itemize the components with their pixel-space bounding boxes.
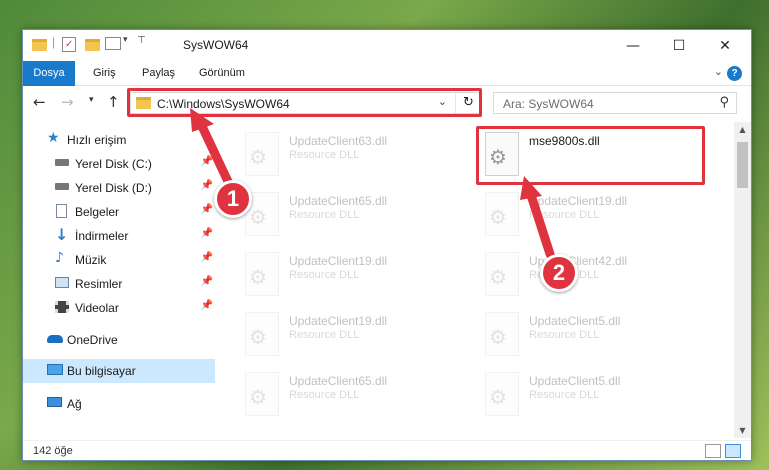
list-item[interactable]: ⚙ UpdateClient42.dll Resource DLL bbox=[485, 250, 707, 302]
tab-share[interactable]: Paylaş bbox=[132, 61, 185, 86]
search-icon[interactable]: ⚲ bbox=[719, 95, 729, 110]
list-item[interactable]: ⚙ UpdateClient65.dll Resource DLL bbox=[245, 370, 467, 422]
sidebar-item-network[interactable]: Ağ bbox=[23, 392, 215, 416]
dll-file-icon: ⚙ bbox=[485, 252, 519, 296]
dll-file-icon: ⚙ bbox=[245, 252, 279, 296]
scroll-up-icon[interactable]: ▲ bbox=[734, 125, 751, 134]
search-input[interactable]: Ara: SysWOW64 ⚲ bbox=[493, 92, 737, 114]
step-1-badge: 1 bbox=[214, 180, 252, 218]
sidebar-item-this-pc[interactable]: Bu bilgisayar bbox=[23, 359, 215, 383]
file-highlight-box bbox=[476, 126, 705, 185]
cloud-icon bbox=[47, 335, 63, 343]
pin-icon[interactable]: 📌 bbox=[201, 276, 213, 287]
sidebar-item-local-disk-d[interactable]: Yerel Disk (D:) 📌 bbox=[23, 176, 215, 200]
separator: | bbox=[52, 35, 56, 49]
music-icon: ♪ bbox=[55, 250, 64, 266]
properties-icon[interactable]: ✓ bbox=[62, 37, 76, 52]
sidebar-item-downloads[interactable]: ↓ İndirmeler 📌 bbox=[23, 224, 215, 248]
recent-locations-icon[interactable]: ▾ bbox=[89, 95, 94, 105]
maximize-button[interactable]: ☐ bbox=[657, 34, 701, 58]
forward-arrow-icon[interactable]: → bbox=[61, 93, 74, 111]
sidebar-item-onedrive[interactable]: OneDrive bbox=[23, 328, 215, 352]
document-icon bbox=[56, 204, 67, 218]
search-placeholder: Ara: SysWOW64 bbox=[503, 97, 594, 111]
dll-file-icon: ⚙ bbox=[245, 312, 279, 356]
pin-icon[interactable]: 📌 bbox=[201, 180, 213, 191]
pictures-icon bbox=[55, 277, 69, 288]
item-count: 142 öğe bbox=[33, 445, 73, 457]
customize-toolbar-icon[interactable] bbox=[105, 37, 121, 50]
navigation-pane: ★ Hızlı erişim Yerel Disk (C:) 📌 Yerel D… bbox=[23, 126, 215, 436]
dll-file-icon: ⚙ bbox=[245, 372, 279, 416]
network-icon bbox=[47, 397, 62, 407]
pin-icon[interactable]: 📌 bbox=[201, 228, 213, 239]
tab-file[interactable]: Dosya bbox=[23, 61, 75, 86]
new-folder-icon[interactable] bbox=[85, 39, 100, 51]
back-arrow-icon[interactable]: ← bbox=[33, 93, 46, 111]
download-icon: ↓ bbox=[55, 225, 69, 244]
list-item[interactable]: ⚙ UpdateClient63.dll Resource DLL bbox=[245, 130, 467, 182]
list-item[interactable]: ⚙ UpdateClient19.dll Resource DLL bbox=[245, 250, 467, 302]
title-bar: | ✓ ▾ ⊤ SysWOW64 — ☐ ✕ bbox=[23, 30, 751, 61]
pin-icon[interactable]: 📌 bbox=[201, 156, 213, 167]
dll-file-icon: ⚙ bbox=[485, 372, 519, 416]
list-item[interactable]: ⚙ UpdateClient5.dll Resource DLL bbox=[485, 310, 707, 362]
dll-file-icon: ⚙ bbox=[485, 312, 519, 356]
help-button[interactable]: ? bbox=[727, 66, 742, 81]
computer-icon bbox=[47, 364, 63, 375]
large-icons-view-icon[interactable] bbox=[725, 444, 741, 458]
details-view-icon[interactable] bbox=[705, 444, 721, 458]
dll-file-icon: ⚙ bbox=[485, 192, 519, 236]
chevron-down-icon[interactable]: ▾ bbox=[123, 35, 128, 51]
drive-icon bbox=[55, 159, 69, 166]
up-arrow-icon[interactable]: ↑ bbox=[107, 93, 120, 111]
list-item[interactable]: ⚙ UpdateClient5.dll Resource DLL bbox=[485, 370, 707, 422]
list-item[interactable]: ⚙ UpdateClient19.dll Resource DLL bbox=[245, 310, 467, 362]
sidebar-item-documents[interactable]: Belgeler 📌 bbox=[23, 200, 215, 224]
status-bar: 142 öğe bbox=[23, 440, 751, 461]
address-highlight-box bbox=[127, 88, 482, 117]
ribbon-tabs: Dosya Giriş Paylaş Görünüm ⌄ ? bbox=[23, 61, 751, 86]
scroll-down-icon[interactable]: ▼ bbox=[734, 426, 751, 435]
close-button[interactable]: ✕ bbox=[703, 34, 747, 58]
sidebar-item-videos[interactable]: Videolar 📌 bbox=[23, 296, 215, 320]
step-2-badge: 2 bbox=[540, 254, 578, 292]
dll-file-icon: ⚙ bbox=[245, 132, 279, 176]
drive-icon bbox=[55, 183, 69, 190]
pin-icon[interactable]: 📌 bbox=[201, 204, 213, 215]
folder-icon bbox=[32, 39, 47, 51]
scroll-thumb[interactable] bbox=[737, 142, 748, 188]
sidebar-item-music[interactable]: ♪ Müzik 📌 bbox=[23, 248, 215, 272]
window-title: SysWOW64 bbox=[183, 38, 249, 52]
star-icon: ★ bbox=[47, 130, 60, 146]
sidebar-item-quick-access[interactable]: ★ Hızlı erişim bbox=[23, 128, 215, 152]
video-icon bbox=[55, 301, 69, 313]
pin-icon[interactable]: 📌 bbox=[201, 252, 213, 263]
list-item[interactable]: ⚙ UpdateClient65.dll Resource DLL bbox=[245, 190, 467, 242]
tab-home[interactable]: Giriş bbox=[83, 61, 126, 86]
pin-icon[interactable]: 📌 bbox=[201, 300, 213, 311]
tab-view[interactable]: Görünüm bbox=[189, 61, 255, 86]
minimize-button[interactable]: — bbox=[611, 34, 655, 58]
vertical-scrollbar[interactable]: ▲ ▼ bbox=[734, 122, 751, 438]
sidebar-item-local-disk-c[interactable]: Yerel Disk (C:) 📌 bbox=[23, 152, 215, 176]
sidebar-item-pictures[interactable]: Resimler 📌 bbox=[23, 272, 215, 296]
expand-ribbon-icon[interactable]: ⌄ bbox=[714, 65, 723, 78]
quick-access-dropdown-icon[interactable]: ⊤ bbox=[137, 35, 146, 51]
list-item[interactable]: ⚙ UpdateClient19.dll Resource DLL bbox=[485, 190, 707, 242]
